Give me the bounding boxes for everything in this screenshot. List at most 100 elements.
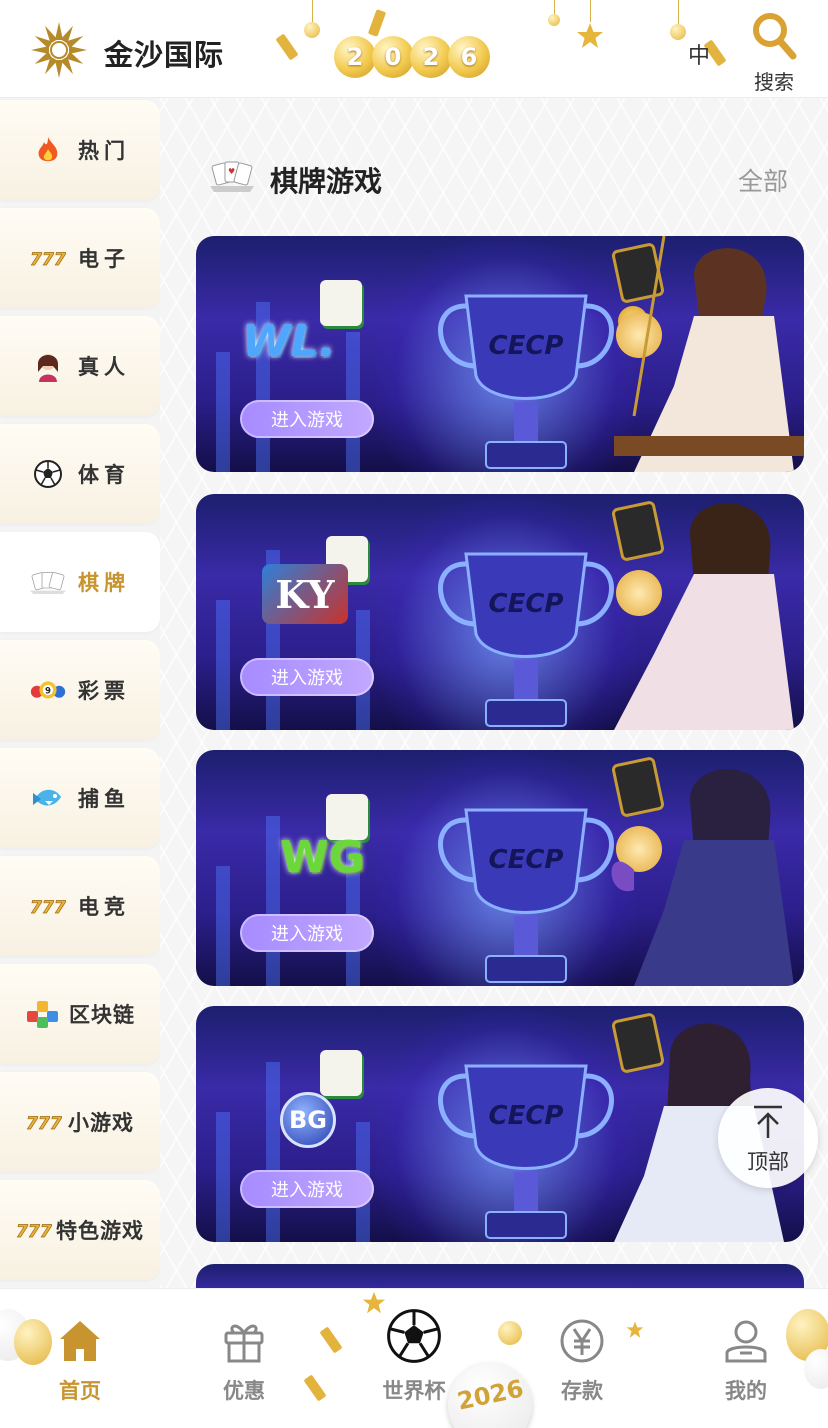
provider-logo: WG — [280, 832, 365, 883]
arrow-up-icon — [754, 1105, 782, 1138]
year-digit: 2 — [410, 36, 452, 78]
sidebar-item-sports[interactable]: 体育 — [0, 424, 160, 524]
playing-cards-icon: ♥ — [210, 161, 254, 192]
nav-label: 存款 — [561, 1379, 603, 1403]
nav-promotions[interactable]: 优惠 — [184, 1317, 304, 1407]
sidebar-item-hot[interactable]: 热门 — [0, 100, 160, 200]
game-card-wl[interactable]: CECP WL. 进入游戏 — [196, 236, 804, 472]
sidebar-item-lottery[interactable]: 9 彩票 — [0, 640, 160, 740]
section-title: 棋牌游戏 — [270, 165, 383, 198]
top-header: 金沙国际 2 0 2 6 中 搜索 — [0, 0, 828, 98]
language-switch[interactable]: 中 — [688, 38, 710, 70]
svg-text:CECP: CECP — [489, 589, 564, 619]
view-all-link[interactable]: 全部 — [738, 162, 788, 198]
sidebar-item-mini-games[interactable]: 777 小游戏 — [0, 1072, 160, 1172]
svg-text:777: 777 — [26, 1114, 62, 1134]
balloon-decoration — [804, 1349, 828, 1389]
sidebar-item-label: 体育 — [78, 463, 130, 487]
playing-cards-icon — [30, 567, 66, 597]
sidebar-item-fishing[interactable]: 捕鱼 — [0, 748, 160, 848]
sidebar-item-label: 特色游戏 — [56, 1219, 144, 1243]
provider-logo: WL. — [242, 316, 336, 367]
live-dealer-icon — [30, 351, 66, 382]
bg-building — [216, 1112, 230, 1242]
search-button[interactable]: 搜索 — [746, 10, 802, 94]
svg-text:777: 777 — [30, 250, 66, 270]
nav-label: 优惠 — [223, 1379, 265, 1403]
hanging-string — [590, 0, 591, 22]
gold-star-icon — [577, 23, 603, 48]
slot-777-icon: 777 — [16, 1215, 52, 1245]
game-card-ky[interactable]: CECP KY 进入游戏 — [196, 494, 804, 730]
gift-icon — [224, 1324, 264, 1363]
nav-profile[interactable]: 我的 — [686, 1317, 806, 1407]
character-illustration — [611, 769, 794, 986]
category-sidebar: 热门 777 电子 真人 体育 棋牌 9 彩票 捕鱼 777 电竞 区块链 77… — [0, 98, 160, 1288]
gold-ornament-icon — [548, 14, 560, 26]
gold-ornament-icon — [670, 24, 686, 40]
svg-text:CECP: CECP — [489, 331, 564, 361]
search-icon — [753, 13, 797, 60]
sunburst-logo-icon[interactable] — [30, 18, 88, 82]
year-2026-decoration: 2 0 2 6 — [334, 36, 490, 78]
confetti-ribbon — [275, 33, 299, 61]
sidebar-item-chess-cards[interactable]: 棋牌 — [0, 532, 160, 632]
bg-building — [216, 866, 230, 986]
sidebar-item-label: 小游戏 — [68, 1111, 134, 1135]
year-digit: 6 — [448, 36, 490, 78]
enter-game-button[interactable]: 进入游戏 — [240, 914, 374, 952]
bg-building — [216, 352, 230, 472]
mahjong-tile-icon — [320, 1050, 362, 1096]
confetti-ribbon — [367, 9, 387, 37]
svg-text:♥: ♥ — [228, 167, 235, 176]
sidebar-item-electronic[interactable]: 777 电子 — [0, 208, 160, 308]
gold-star-icon — [362, 1291, 386, 1314]
nav-deposit[interactable]: 存款 — [522, 1317, 642, 1407]
character-illustration — [614, 503, 794, 730]
bg-building — [216, 600, 230, 730]
bg-building — [266, 1062, 280, 1242]
back-to-top-button[interactable]: 顶部 — [718, 1088, 818, 1188]
brand-name: 金沙国际 — [104, 38, 225, 72]
year-digit: 2 — [334, 36, 376, 78]
enter-game-button[interactable]: 进入游戏 — [240, 658, 374, 696]
slot-777-icon: 777 — [30, 243, 66, 273]
gold-ornament-icon — [304, 22, 320, 38]
nav-label: 我的 — [725, 1379, 767, 1403]
sidebar-item-label: 热门 — [78, 139, 130, 163]
fire-icon — [30, 135, 66, 165]
confetti-ribbon — [319, 1326, 343, 1354]
sidebar-item-esports[interactable]: 777 电竞 — [0, 856, 160, 956]
year-badge-text: 2026 — [454, 1374, 526, 1416]
home-icon — [60, 1321, 100, 1361]
sidebar-item-blockchain[interactable]: 区块链 — [0, 964, 160, 1064]
confetti-ribbon — [303, 1374, 327, 1402]
sidebar-item-label: 捕鱼 — [78, 787, 130, 811]
game-card-bg[interactable]: CECP BG 进入游戏 — [196, 1006, 804, 1242]
sidebar-item-label: 电子 — [78, 247, 130, 271]
sidebar-item-featured-games[interactable]: 777 特色游戏 — [0, 1180, 160, 1280]
yen-coin-icon — [560, 1319, 604, 1363]
lottery-balls-icon: 9 — [30, 675, 66, 705]
provider-logo: KY — [262, 564, 348, 624]
hanging-string — [678, 0, 679, 26]
user-icon — [725, 1320, 767, 1363]
sidebar-item-live[interactable]: 真人 — [0, 316, 160, 416]
enter-game-button[interactable]: 进入游戏 — [240, 400, 374, 438]
nav-home[interactable]: 首页 — [20, 1317, 140, 1407]
character-illustration — [614, 236, 804, 472]
sidebar-item-label: 区块链 — [69, 1003, 135, 1027]
svg-text:CECP: CECP — [489, 1101, 564, 1131]
blockchain-cubes-icon — [25, 999, 61, 1029]
sidebar-item-label: 棋牌 — [78, 571, 130, 595]
svg-text:777: 777 — [16, 1222, 52, 1242]
svg-text:777: 777 — [30, 898, 66, 918]
year-digit: 0 — [372, 36, 414, 78]
back-to-top-label: 顶部 — [747, 1150, 789, 1174]
sidebar-item-label: 真人 — [78, 355, 130, 379]
provider-logo: BG — [280, 1092, 336, 1148]
enter-game-button[interactable]: 进入游戏 — [240, 1170, 374, 1208]
slot-777-icon: 777 — [26, 1107, 62, 1137]
nav-label: 首页 — [59, 1379, 101, 1403]
game-card-wg[interactable]: CECP WG 进入游戏 — [196, 750, 804, 986]
